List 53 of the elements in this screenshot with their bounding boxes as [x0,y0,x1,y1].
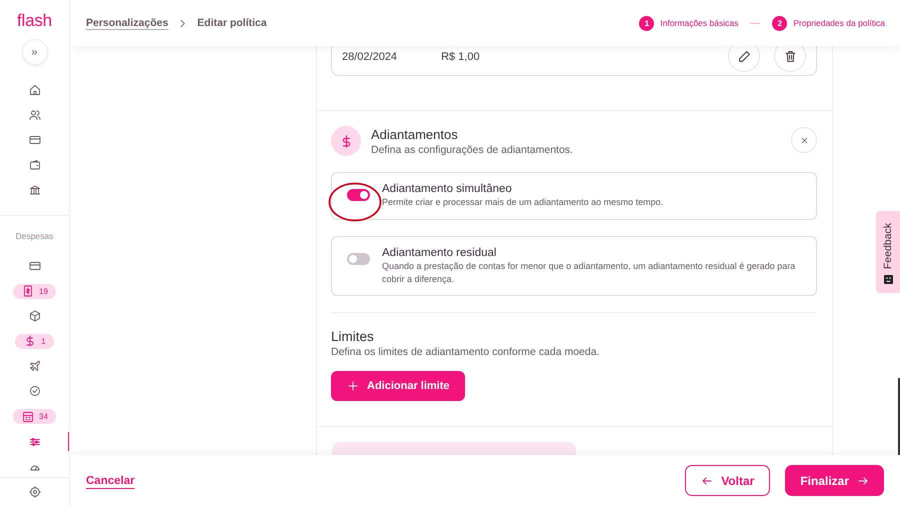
toggle-switch[interactable] [347,189,370,201]
calendar-icon [22,410,34,423]
users-icon [28,108,40,121]
sidebar-badge[interactable]: 34 [13,409,56,424]
back-button[interactable]: Voltar [685,465,770,496]
check-circle-icon [28,385,40,398]
limits-title: Limites [331,329,375,344]
box-icon [28,310,40,322]
step-number: 1 [639,16,654,30]
sliders-icon [28,436,40,448]
wallet-icon [28,158,40,171]
card-icon [28,134,40,146]
step-label: Informações básicas [660,18,738,28]
bank-icon [28,184,40,196]
settings-icon [28,486,40,498]
date-text: 28/02/2024 [342,51,398,63]
logo: flash [17,11,52,31]
amount-text: R$ 1,00 [441,51,480,63]
sidebar-badge[interactable]: 1 [15,334,54,349]
option-title: Adiantamento simultâneo [382,183,513,195]
arrow-left-icon [701,474,714,486]
add-limit-button[interactable]: Adicionar limite [331,371,465,401]
scrollbar[interactable] [898,378,900,455]
trash-icon [784,50,796,62]
plane-icon [28,360,40,372]
plus-icon [347,380,359,392]
breadcrumb-link[interactable]: Personalizações [86,17,168,29]
step-number: 2 [772,16,788,30]
highlight-circle [327,181,383,223]
card-icon [28,260,40,272]
delete-button[interactable] [774,46,806,72]
step-label: Propriedades da política [793,18,885,28]
limits-subtitle: Defina os limites de adiantamento conforme cada moeda. [331,346,600,358]
option-description: Permite criar e processar mais de um adiantamento ao mesmo tempo. [382,196,664,209]
section-title: Adiantamentos [371,127,459,142]
home-icon [28,84,40,96]
double-chevron-icon [30,48,39,56]
toggle-switch[interactable] [347,253,370,265]
section-label: Despesas [14,231,54,242]
close-icon [800,136,808,144]
option-title: Adiantamento residual [382,247,498,259]
option-description: Quando a prestação de contas for menor que o adiantamento, um adiantamento residual é gerado para cobrir a diferença. [382,260,796,286]
cancel-link[interactable]: Cancelar [86,474,135,486]
sidebar-badge[interactable]: 19 [13,284,56,299]
pencil-icon [738,50,750,62]
finish-button[interactable]: Finalizar [785,465,884,496]
dollar-icon [24,335,36,348]
arrow-right-icon [857,474,869,486]
edit-button[interactable] [728,46,760,72]
smiley-icon [884,275,892,284]
section-subtitle: Defina as configurações de adiantamentos. [371,144,573,156]
breadcrumb-current: Editar política [197,17,267,29]
receipt-icon [22,285,34,298]
